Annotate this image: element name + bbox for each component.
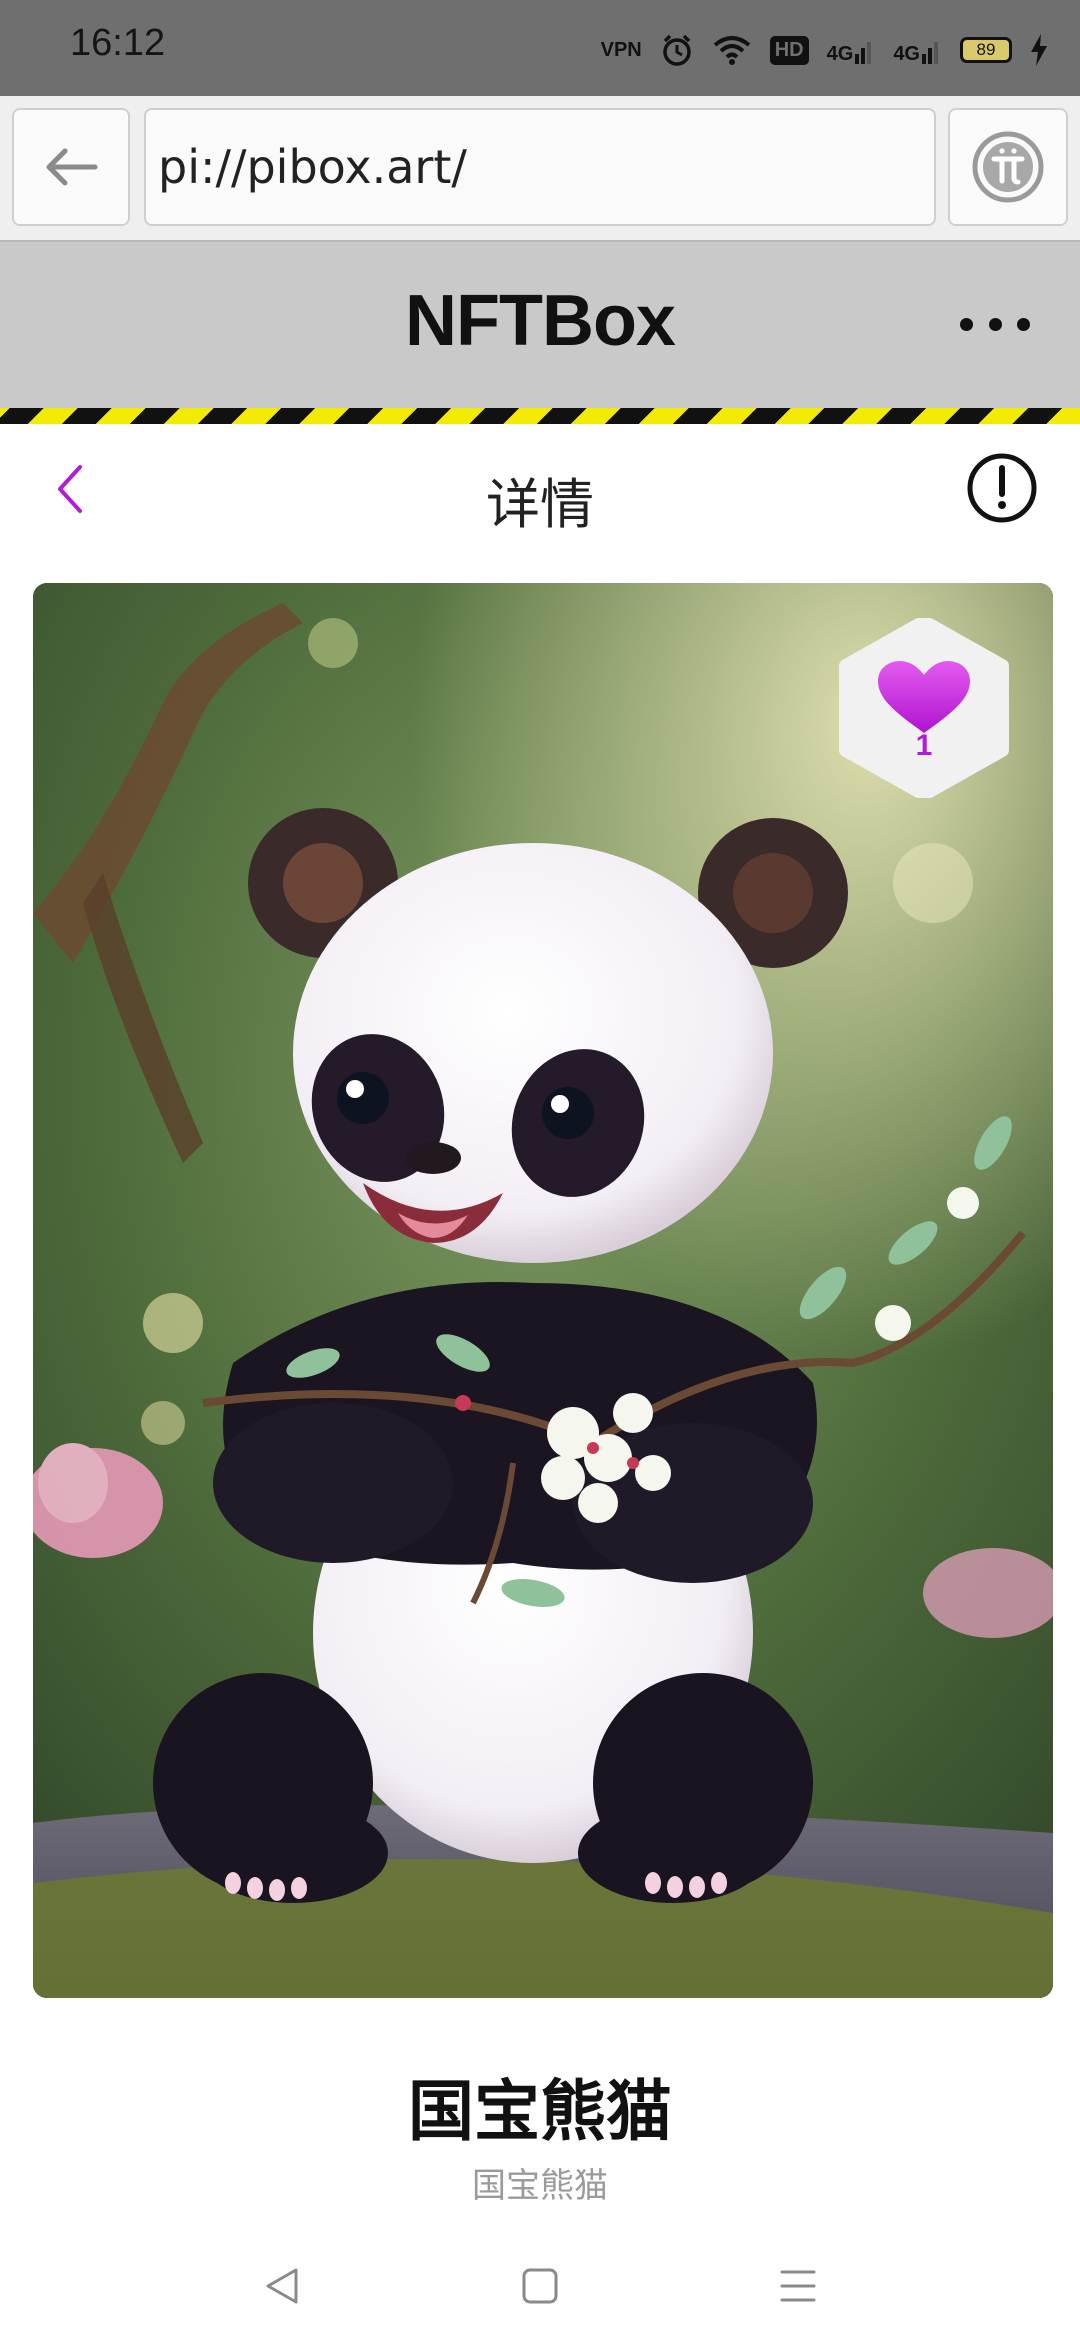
- system-nav-bar: [0, 2220, 1080, 2340]
- square-home-icon: [522, 2268, 558, 2304]
- arrow-left-icon: [46, 148, 98, 186]
- app-header: NFTBox: [0, 242, 1080, 408]
- wifi-icon: [713, 36, 751, 65]
- pi-logo-icon: [972, 131, 1044, 203]
- nft-title: 国宝熊猫: [408, 2073, 672, 2150]
- page-title: 详情: [486, 473, 594, 536]
- info-exclamation-icon: [967, 453, 1037, 523]
- browser-back-button[interactable]: [12, 108, 130, 226]
- signal-1-icon: 4G: [827, 36, 876, 64]
- like-button[interactable]: 1: [838, 618, 1010, 798]
- charging-icon: [1031, 34, 1047, 66]
- system-back-button[interactable]: [252, 2256, 312, 2316]
- nft-subtitle: 国宝熊猫: [472, 2166, 608, 2206]
- signal-2-icon: 4G: [893, 36, 942, 64]
- browser-bar: pi://pibox.art/: [0, 96, 1080, 242]
- url-field[interactable]: pi://pibox.art/: [144, 108, 936, 226]
- system-menu-button[interactable]: [768, 2256, 828, 2316]
- like-count: 1: [915, 729, 933, 762]
- heart-icon: [878, 661, 970, 733]
- vpn-icon: VPN: [600, 39, 642, 61]
- battery-level: 89: [976, 40, 996, 59]
- app-title: NFTBox: [405, 281, 676, 361]
- alarm-icon: [662, 34, 691, 66]
- hazard-stripe-divider: [0, 408, 1080, 424]
- menu-lines-icon: [780, 2270, 816, 2302]
- system-home-button[interactable]: [510, 2256, 570, 2316]
- status-time: 16:12: [70, 22, 166, 64]
- triangle-back-icon: [266, 2268, 298, 2304]
- hd-icon: HD: [769, 35, 809, 65]
- status-icons: VPN HD 4G 4G 89: [601, 28, 1048, 72]
- battery-icon: 89: [960, 37, 1012, 63]
- more-dots-icon[interactable]: [960, 304, 1030, 344]
- page-nav: 详情: [0, 424, 1080, 550]
- network-type-2: 4G: [893, 43, 920, 65]
- info-button[interactable]: [964, 450, 1040, 526]
- pi-browser-button[interactable]: [948, 108, 1068, 226]
- network-type-1: 4G: [826, 43, 854, 65]
- status-bar: 16:12 VPN HD 4G 4G 89: [0, 0, 1080, 96]
